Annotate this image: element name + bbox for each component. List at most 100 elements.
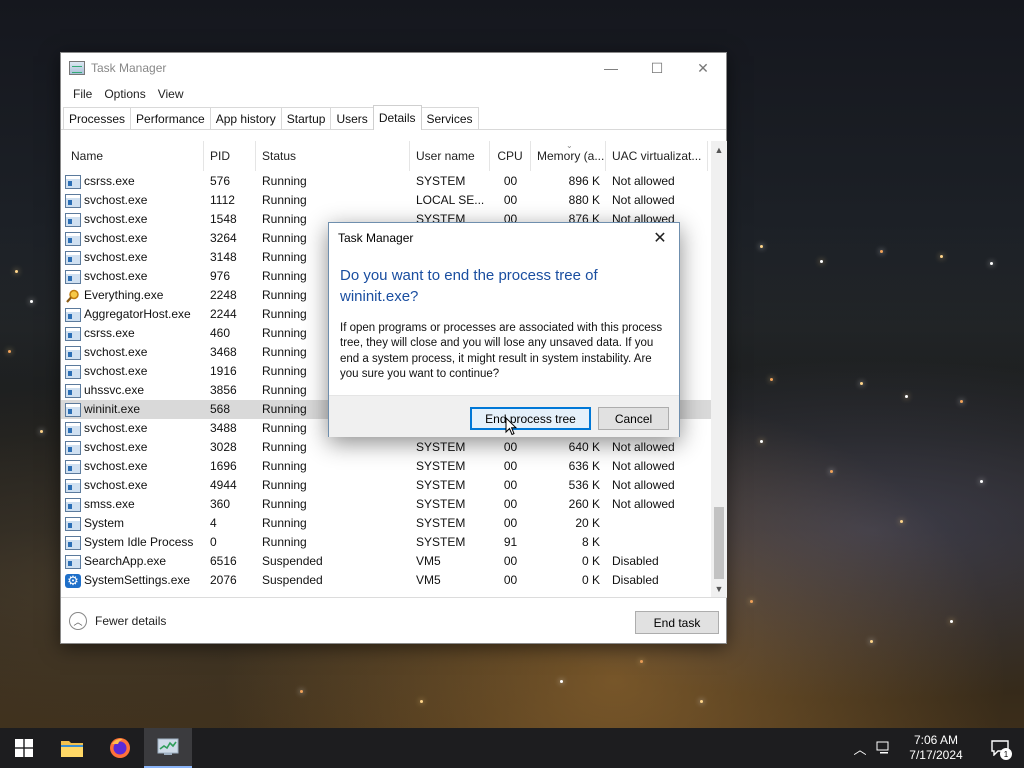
cell-name-text: Everything.exe (84, 288, 164, 302)
table-row[interactable]: SearchApp.exe 6516 Suspended VM5 00 0 K Disabl… (61, 552, 711, 571)
cell-uac-text: Not allowed (612, 459, 675, 473)
table-row[interactable]: System 4 Running SYSTEM 00 20 K (61, 514, 711, 533)
cell-status-text: Running (262, 478, 307, 492)
cell-status: Running (256, 495, 410, 514)
cell-user-name-text: SYSTEM (416, 535, 466, 549)
cell-cpu-text: 00 (503, 554, 518, 568)
scroll-up-icon[interactable]: ▲ (711, 141, 727, 158)
chevron-up-icon: ︿ (69, 612, 87, 630)
cell-memory-text: 536 K (568, 478, 600, 492)
dialog-close-button[interactable]: ✕ (647, 225, 673, 251)
tab-app-history[interactable]: App history (209, 107, 282, 129)
cell-name: Everything.exe (61, 286, 204, 305)
magnifier-icon (65, 289, 81, 303)
process-icon (65, 516, 81, 531)
cell-pid: 976 (204, 267, 256, 286)
cell-name: wininit.exe (61, 400, 204, 419)
process-icon (65, 497, 81, 512)
cell-pid-text: 3856 (210, 383, 237, 397)
cell-name-text: svchost.exe (84, 269, 148, 283)
column-header-name[interactable]: Name (61, 141, 204, 171)
column-header-pid[interactable]: PID (204, 141, 256, 171)
scroll-down-icon[interactable]: ▼ (711, 580, 727, 597)
firefox-icon (110, 738, 130, 758)
menu-view[interactable]: View (152, 87, 190, 101)
vertical-scrollbar[interactable]: ▲ ▼ (711, 141, 727, 597)
taskbar-clock[interactable]: 7:06 AM 7/17/2024 (896, 733, 976, 763)
cell-memory-text: 880 K (568, 193, 600, 207)
cell-user-name: SYSTEM (410, 438, 490, 457)
cell-name: uhssvc.exe (61, 381, 204, 400)
cell-memory: 896 K (531, 172, 606, 191)
column-header-cpu[interactable]: CPU (490, 141, 531, 171)
table-row[interactable]: svchost.exe 1112 Running LOCAL SE... 00 880 K… (61, 191, 711, 210)
maximize-button[interactable]: ☐ (634, 53, 680, 83)
scroll-thumb[interactable] (714, 507, 724, 579)
fewer-details-link[interactable]: ︿ Fewer details (69, 612, 166, 630)
dialog-title-bar[interactable]: Task Manager ✕ (329, 223, 679, 253)
taskbar-task-manager[interactable] (144, 728, 192, 768)
cell-pid-text: 3488 (210, 421, 237, 435)
cell-name: SearchApp.exe (61, 552, 204, 571)
table-row[interactable]: svchost.exe 1696 Running SYSTEM 00 636 K Not a… (61, 457, 711, 476)
tab-performance[interactable]: Performance (130, 107, 211, 129)
gear-icon: ⚙ (65, 573, 81, 588)
process-icon (65, 250, 81, 265)
table-row[interactable]: ⚙ SystemSettings.exe 2076 Suspended VM5 00 0 K… (61, 571, 711, 590)
tab-users[interactable]: Users (330, 107, 374, 129)
close-button[interactable]: ✕ (680, 53, 726, 83)
cell-user-name: LOCAL SE... (410, 191, 490, 210)
end-task-button[interactable]: End task (635, 611, 719, 634)
windows-logo-icon (15, 739, 33, 757)
table-row[interactable]: smss.exe 360 Running SYSTEM 00 260 K Not allow… (61, 495, 711, 514)
tab-strip: Processes Performance App history Startu… (61, 105, 726, 130)
cancel-button[interactable]: Cancel (598, 407, 669, 430)
menu-options[interactable]: Options (98, 87, 151, 101)
notification-center-button[interactable]: 1 (976, 728, 1024, 768)
cell-status-text: Running (262, 269, 307, 283)
cell-name: svchost.exe (61, 476, 204, 495)
tab-details[interactable]: Details (372, 105, 422, 130)
tab-processes[interactable]: Processes (63, 107, 132, 129)
cell-name-text: svchost.exe (84, 212, 148, 226)
taskbar-firefox[interactable] (96, 728, 144, 768)
cell-status-text: Running (262, 535, 307, 549)
cell-pid: 2248 (204, 286, 256, 305)
cell-name-text: svchost.exe (84, 478, 148, 492)
table-row[interactable]: svchost.exe 4944 Running SYSTEM 00 536 K Not a… (61, 476, 711, 495)
cell-cpu: 00 (490, 571, 531, 590)
tab-startup[interactable]: Startup (280, 107, 332, 129)
taskbar: ︿ 7:06 AM 7/17/2024 1 (0, 728, 1024, 768)
cell-memory-text: 636 K (568, 459, 600, 473)
table-row[interactable]: svchost.exe 3028 Running SYSTEM 00 640 K Not a… (61, 438, 711, 457)
show-hidden-icons-chevron-icon[interactable]: ︿ (848, 728, 872, 768)
column-header-user-name[interactable]: User name (410, 141, 490, 171)
cell-name: smss.exe (61, 495, 204, 514)
table-row[interactable]: csrss.exe 576 Running SYSTEM 00 896 K Not allo… (61, 172, 711, 191)
column-header-status[interactable]: Status (256, 141, 410, 171)
cell-memory-text: 896 K (568, 174, 600, 188)
cell-user-name-text: LOCAL SE... (416, 193, 485, 207)
menu-file[interactable]: File (67, 87, 98, 101)
window-controls: — ☐ ✕ (588, 53, 726, 83)
cell-name-text: uhssvc.exe (84, 383, 145, 397)
taskbar-file-explorer[interactable] (48, 728, 96, 768)
cell-uac: Not allowed (606, 476, 708, 495)
end-process-tree-button[interactable]: End process tree (470, 407, 591, 430)
cell-pid: 3264 (204, 229, 256, 248)
cell-cpu: 00 (490, 552, 531, 571)
dialog-heading: Do you want to end the process tree of w… (340, 267, 598, 305)
cell-pid-text: 568 (210, 402, 231, 416)
column-header-uac-virtualization[interactable]: UAC virtualizat... (606, 141, 708, 171)
minimize-button[interactable]: — (588, 53, 634, 83)
title-bar[interactable]: Task Manager — ☐ ✕ (61, 53, 726, 83)
cell-user-name: SYSTEM (410, 514, 490, 533)
start-button[interactable] (0, 728, 48, 768)
table-row[interactable]: System Idle Process 0 Running SYSTEM 91 8 K (61, 533, 711, 552)
cell-memory: 260 K (531, 495, 606, 514)
task-manager-icon (157, 738, 179, 755)
cell-user-name-text: SYSTEM (416, 440, 466, 454)
network-icon[interactable] (872, 728, 896, 768)
tab-services[interactable]: Services (420, 107, 479, 129)
process-icon (65, 212, 81, 227)
